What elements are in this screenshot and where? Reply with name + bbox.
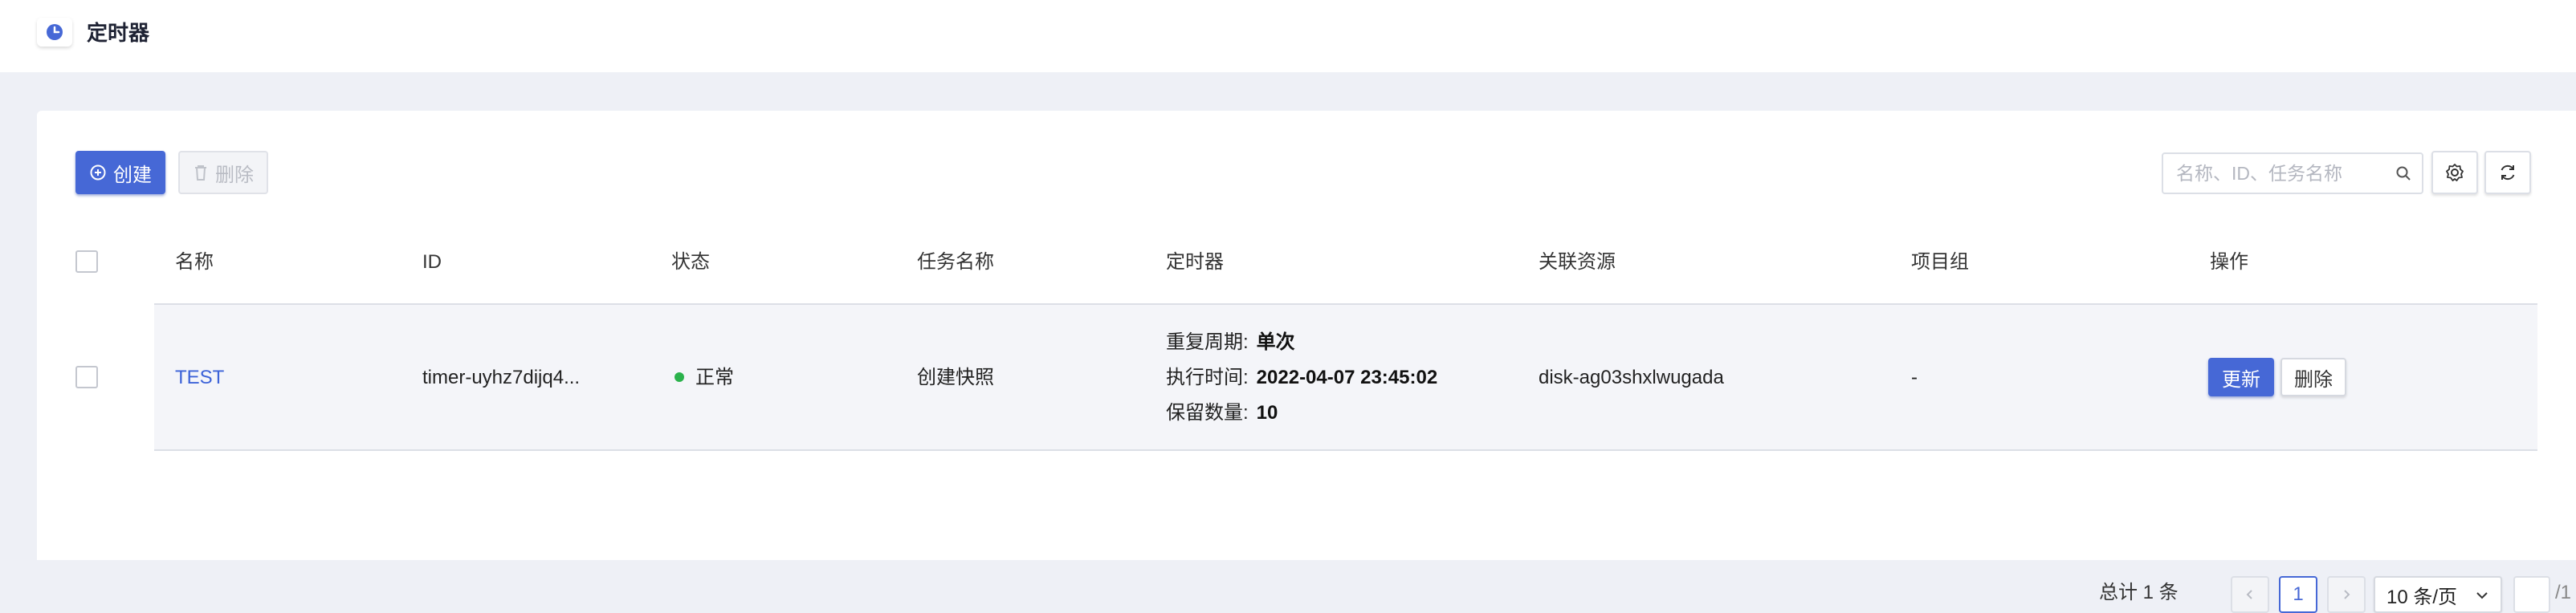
row-name-link[interactable]: TEST: [175, 366, 224, 390]
column-header-status[interactable]: 状态: [671, 250, 710, 274]
pagination-total-pages: /1: [2555, 582, 2572, 603]
row-task-name: 创建快照: [917, 367, 994, 388]
row-status: 正常: [675, 366, 734, 390]
row-checkbox[interactable]: [75, 366, 98, 388]
column-header-timer[interactable]: 定时器: [1166, 250, 1224, 274]
column-header-task-name[interactable]: 任务名称: [917, 250, 994, 274]
chevron-down-icon: [2476, 592, 2488, 599]
refresh-button[interactable]: [2484, 151, 2531, 194]
timer-repeat: 重复周期: 单次: [1166, 331, 1295, 355]
search-box[interactable]: [2162, 152, 2423, 194]
timer-repeat-value: 单次: [1256, 331, 1295, 353]
trash-icon: [195, 165, 206, 181]
page-size-value: 10 条/页: [2386, 586, 2458, 608]
column-header-id[interactable]: ID: [422, 250, 442, 274]
page-size-select[interactable]: 10 条/页: [2374, 576, 2502, 613]
column-header-name[interactable]: 名称: [175, 250, 214, 274]
chevron-left-icon: [2246, 590, 2252, 599]
timer-repeat-label: 重复周期:: [1166, 331, 1249, 353]
timer-exec: 执行时间: 2022-04-07 23:45:02: [1166, 366, 1437, 390]
timer-list-card: 创建 删除 名称 ID 状态 任务名称 定时器 关联资源 项目组 操作 TEST…: [37, 111, 2576, 613]
create-button-label: 创建: [113, 164, 152, 186]
row-id: timer-uyhz7dijq4...: [422, 367, 581, 388]
update-button[interactable]: 更新: [2208, 358, 2274, 396]
gear-icon: [2446, 164, 2464, 181]
status-text: 正常: [695, 367, 734, 388]
row-delete-button[interactable]: 删除: [2280, 358, 2346, 396]
refresh-icon: [2501, 164, 2515, 181]
page-jump-input[interactable]: [2515, 578, 2549, 611]
pagination-total: 总计 1 条: [2099, 582, 2179, 603]
next-page-button[interactable]: [2327, 576, 2366, 613]
page-title: 定时器: [87, 21, 150, 45]
timer-keep-value: 10: [1256, 402, 1278, 424]
delete-button-label: 删除: [215, 164, 254, 186]
create-button[interactable]: 创建: [75, 151, 165, 194]
settings-button[interactable]: [2431, 151, 2478, 194]
timer-exec-label: 执行时间:: [1166, 367, 1249, 388]
page-button-current[interactable]: 1: [2279, 576, 2317, 613]
timer-keep-label: 保留数量:: [1166, 402, 1249, 424]
row-project: -: [1911, 367, 1918, 388]
column-header-resource[interactable]: 关联资源: [1539, 250, 1616, 274]
clock-icon: [37, 18, 72, 47]
plus-circle-icon: [90, 164, 106, 181]
prev-page-button[interactable]: [2231, 576, 2269, 613]
delete-button[interactable]: 删除: [178, 151, 268, 194]
chevron-right-icon: [2344, 590, 2350, 599]
timer-exec-value: 2022-04-07 23:45:02: [1256, 367, 1438, 388]
page-jump-field[interactable]: [2513, 576, 2550, 613]
search-icon[interactable]: [2395, 164, 2412, 182]
search-input[interactable]: [2163, 154, 2380, 193]
timer-keep: 保留数量: 10: [1166, 401, 1278, 425]
column-header-project[interactable]: 项目组: [1911, 250, 1969, 274]
column-header-actions: 操作: [2210, 251, 2248, 273]
status-dot-icon: [675, 371, 684, 382]
row-resource: disk-ag03shxlwugada: [1539, 367, 1724, 388]
select-all-checkbox[interactable]: [75, 250, 98, 273]
page-header: 定时器: [0, 0, 2576, 72]
